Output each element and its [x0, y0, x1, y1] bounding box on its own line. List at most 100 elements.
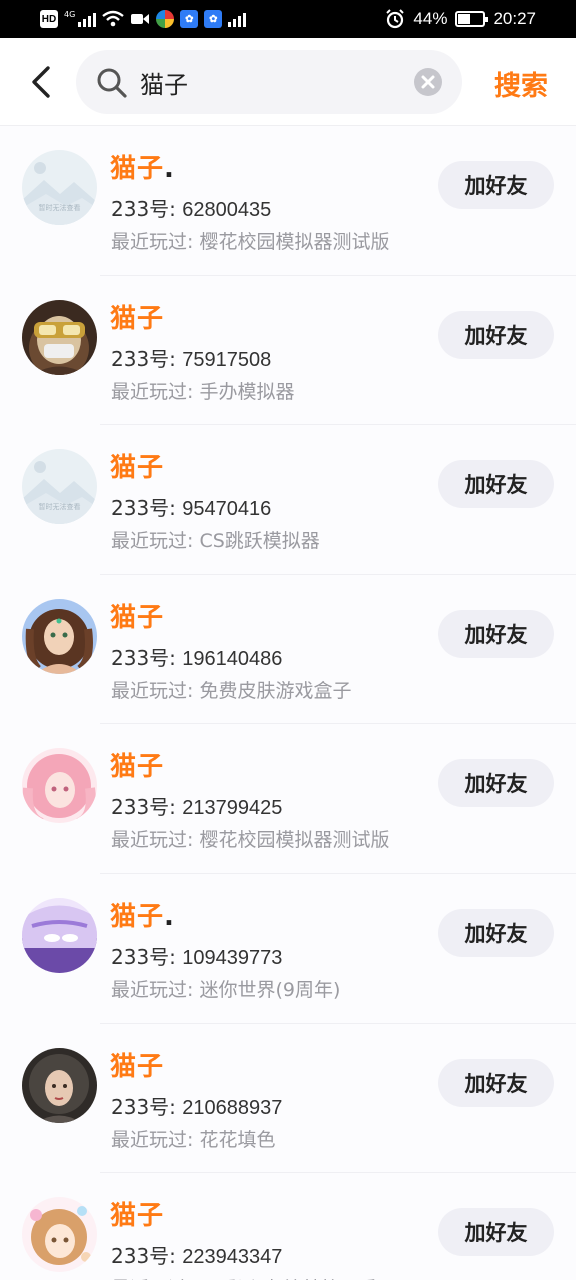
user-id-prefix: 233号:	[111, 795, 183, 820]
status-left-icons: HD 4G ✿ ✿	[40, 8, 247, 30]
user-name-text: 猫子	[110, 901, 165, 932]
list-item[interactable]: 猫子 233号: 213799425 最近玩过: 樱花校园模拟器测试版 加好友	[0, 724, 576, 874]
recently-played: 最近玩过: 樱花校园模拟器测试版	[111, 227, 389, 254]
user-name: 猫子.	[110, 896, 175, 933]
user-name: 猫子	[110, 298, 164, 335]
recently-played-prefix: 最近玩过:	[111, 231, 200, 253]
user-name: 猫子.	[110, 148, 175, 185]
recently-played-prefix: 最近玩过:	[111, 530, 200, 553]
recently-played: 最近玩过: CS跳跃模拟器	[111, 526, 320, 553]
battery-icon	[455, 11, 489, 27]
list-item[interactable]: 猫子 233号: 223943347 最近玩过: 可爱派对(绘梦校园季) 加好友	[0, 1173, 576, 1280]
avatar-image	[22, 299, 97, 375]
user-id: 233号: 62800435	[111, 193, 271, 222]
user-id: 233号: 196140486	[111, 642, 282, 671]
hd-icon: HD	[40, 10, 58, 28]
user-id-number: 75917508	[182, 348, 272, 371]
recently-played-prefix: 最近玩过:	[111, 1128, 200, 1151]
avatar-image	[22, 598, 97, 674]
user-name-text: 猫子	[110, 752, 165, 783]
avatar[interactable]	[22, 748, 97, 824]
clock: 20:27	[493, 9, 536, 28]
list-item[interactable]: 猫子. 233号: 109439773 最近玩过: 迷你世界(9周年) 加好友	[0, 873, 576, 1024]
user-name: 猫子	[110, 597, 164, 634]
avatar-image	[22, 1197, 97, 1273]
search-icon	[97, 68, 127, 98]
user-id-number: 196140486	[182, 647, 283, 670]
recently-played: 最近玩过: 可爱派对(绘梦校园季)	[111, 1274, 385, 1280]
user-id-prefix: 233号:	[111, 346, 183, 371]
recently-played-game: 花花填色	[199, 1128, 276, 1151]
wifi-icon	[102, 10, 125, 27]
user-id-prefix: 233号:	[111, 496, 183, 521]
add-friend-button[interactable]: 加好友	[438, 609, 554, 658]
user-id-prefix: 233号:	[111, 645, 183, 670]
user-name-suffix: .	[164, 154, 175, 184]
add-friend-button[interactable]: 加好友	[438, 161, 554, 209]
user-name: 猫子	[110, 1195, 164, 1232]
recently-played-game: 迷你世界(9周年)	[199, 978, 341, 1001]
battery-percent: 44%	[413, 9, 448, 28]
recently-played-prefix: 最近玩过:	[111, 679, 200, 702]
user-id-prefix: 233号:	[111, 197, 183, 221]
video-icon	[131, 14, 150, 24]
list-item[interactable]: 暂时无法查看 猫子 233号: 95470416 最近玩过: CS跳跃模拟器 加…	[0, 425, 576, 575]
avatar[interactable]	[22, 1197, 97, 1273]
user-name: 猫子	[110, 447, 164, 484]
recently-played-game: 免费皮肤游戏盒子	[199, 679, 352, 702]
user-name: 猫子	[110, 746, 164, 783]
recently-played-game: CS跳跃模拟器	[199, 530, 320, 553]
search-button[interactable]: 搜索	[494, 64, 548, 103]
user-name-text: 猫子	[110, 453, 165, 484]
list-item[interactable]: 暂时无法查看 猫子. 233号: 62800435 最近玩过: 樱花校园模拟器测…	[0, 126, 576, 276]
recently-played: 最近玩过: 免费皮肤游戏盒子	[111, 676, 351, 703]
list-item[interactable]: 猫子 233号: 196140486 最近玩过: 免费皮肤游戏盒子 加好友	[0, 574, 576, 725]
avatar[interactable]	[22, 897, 97, 973]
avatar[interactable]: 暂时无法查看	[22, 449, 97, 525]
avatar[interactable]	[22, 598, 97, 674]
add-friend-button[interactable]: 加好友	[438, 310, 554, 359]
user-id-number: 213799425	[182, 797, 283, 820]
add-friend-button[interactable]: 加好友	[438, 908, 554, 957]
search-results-list: 暂时无法查看 猫子. 233号: 62800435 最近玩过: 樱花校园模拟器测…	[0, 126, 576, 1280]
avatar[interactable]	[22, 299, 97, 375]
baidu-icon-2: ✿	[204, 10, 223, 28]
list-item[interactable]: 猫子 233号: 75917508 最近玩过: 手办模拟器 加好友	[0, 275, 576, 426]
status-bar: HD 4G ✿ ✿ 44% 20:27	[0, 0, 576, 38]
recently-played-prefix: 最近玩过:	[111, 829, 200, 852]
user-name-text: 猫子	[110, 602, 165, 633]
recently-played: 最近玩过: 迷你世界(9周年)	[111, 975, 340, 1002]
user-id-prefix: 233号:	[111, 1094, 183, 1119]
recently-played-prefix: 最近玩过:	[111, 978, 200, 1001]
user-name-text: 猫子	[110, 154, 165, 184]
battery-fill	[458, 14, 470, 24]
list-item[interactable]: 猫子 233号: 210688937 最近玩过: 花花填色 加好友	[0, 1023, 576, 1174]
add-friend-button[interactable]: 加好友	[438, 759, 554, 808]
recently-played-game: 樱花校园模拟器测试版	[199, 231, 390, 253]
user-name-suffix: .	[164, 901, 175, 932]
user-id-prefix: 233号:	[111, 944, 183, 969]
search-input[interactable]	[140, 66, 410, 98]
add-friend-button[interactable]: 加好友	[438, 1208, 554, 1257]
add-friend-button[interactable]: 加好友	[438, 1058, 554, 1107]
user-name: 猫子	[110, 1046, 164, 1083]
clear-search-button[interactable]	[414, 68, 442, 96]
user-id: 233号: 213799425	[111, 791, 282, 820]
user-name-text: 猫子	[110, 303, 165, 334]
back-button[interactable]	[24, 62, 60, 102]
network-type-label: 4G	[64, 10, 76, 19]
close-icon	[421, 75, 435, 89]
recently-played-prefix: 最近玩过:	[111, 380, 200, 403]
avatar[interactable]	[22, 1047, 97, 1123]
avatar-image	[22, 748, 97, 824]
avatar-image	[22, 897, 97, 973]
avatar-caption: 暂时无法查看	[39, 502, 81, 511]
user-id: 233号: 95470416	[111, 492, 271, 521]
avatar[interactable]: 暂时无法查看	[22, 150, 97, 225]
user-id-number: 223943347	[182, 1246, 283, 1269]
avatar-image	[22, 1047, 97, 1123]
chevron-left-icon	[32, 66, 50, 98]
user-id-number: 109439773	[182, 946, 283, 969]
add-friend-button[interactable]: 加好友	[438, 460, 554, 509]
search-box	[76, 50, 462, 114]
